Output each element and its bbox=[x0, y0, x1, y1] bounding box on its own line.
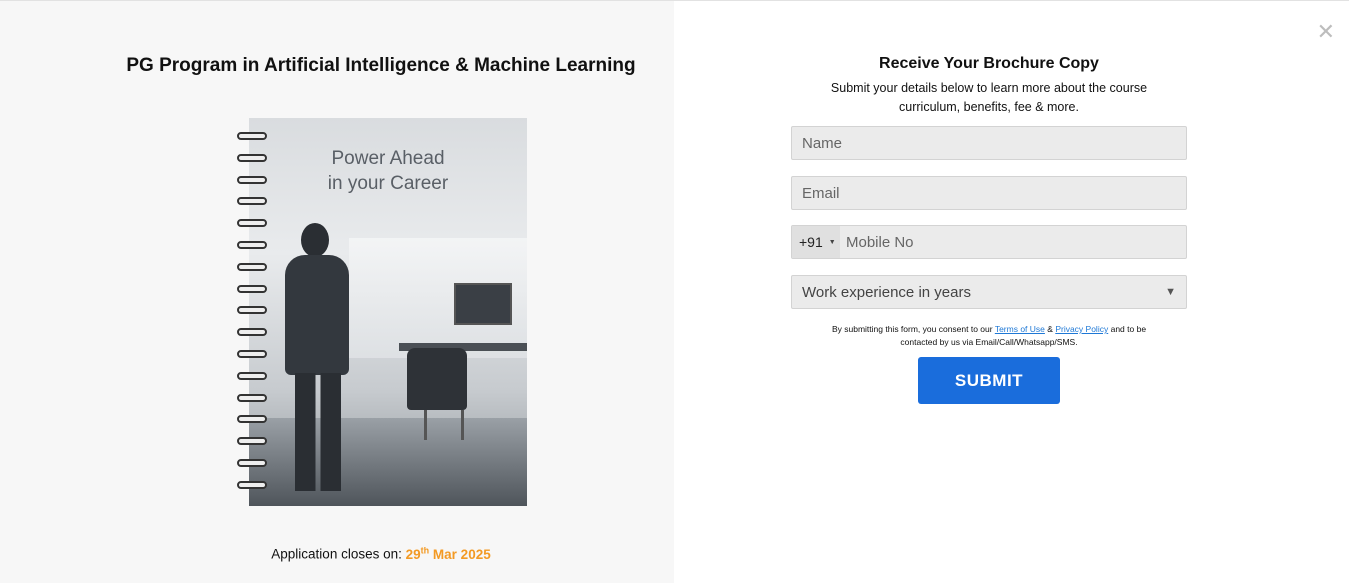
country-code-select[interactable]: +91 ▼ bbox=[792, 226, 840, 258]
experience-select[interactable]: Work experience in years ▼ bbox=[791, 275, 1187, 309]
spiral-ring bbox=[237, 262, 267, 271]
consent-and: & bbox=[1047, 324, 1053, 334]
brochure-notebook-image: Power Ahead in your Career bbox=[237, 118, 529, 506]
chevron-down-icon: ▼ bbox=[1165, 286, 1176, 298]
mobile-field-wrapper: +91 ▼ bbox=[791, 225, 1187, 259]
notebook-spiral bbox=[237, 118, 269, 506]
closing-day: 29 bbox=[405, 546, 421, 562]
application-closing: Application closes on: 29th Mar 2025 bbox=[0, 545, 762, 562]
form-title: Receive Your Brochure Copy bbox=[879, 55, 1099, 72]
spiral-ring bbox=[237, 350, 267, 358]
closing-date: 29th Mar 2025 bbox=[405, 545, 491, 562]
mobile-input-wrapper bbox=[840, 226, 1186, 258]
person-head bbox=[301, 223, 329, 257]
spiral-ring bbox=[237, 459, 267, 467]
spiral-ring bbox=[237, 371, 267, 380]
close-icon[interactable]: ✕ bbox=[1317, 21, 1335, 43]
spiral-ring bbox=[237, 328, 267, 337]
person-legs bbox=[295, 373, 341, 491]
name-field-wrapper bbox=[791, 126, 1187, 160]
name-input[interactable] bbox=[792, 127, 1186, 159]
terms-link[interactable]: Terms of Use bbox=[995, 324, 1045, 334]
form-subtitle-line2: curriculum, benefits, fee & more. bbox=[899, 100, 1079, 114]
cover-title: Power Ahead in your Career bbox=[249, 146, 527, 196]
cover-title-line2: in your Career bbox=[327, 173, 449, 194]
experience-select-display: Work experience in years ▼ bbox=[792, 276, 1186, 308]
spiral-ring bbox=[237, 241, 267, 249]
form-panel: ✕ Receive Your Brochure Copy Submit your… bbox=[674, 1, 1349, 583]
email-input[interactable] bbox=[792, 177, 1186, 209]
closing-label: Application closes on: bbox=[271, 546, 402, 562]
spiral-ring bbox=[237, 306, 267, 315]
brochure-modal: PG Program in Artificial Intelligence & … bbox=[0, 0, 1349, 583]
form-subtitle: Submit your details below to learn more … bbox=[790, 79, 1188, 117]
spiral-ring bbox=[237, 153, 267, 162]
form-subtitle-line1: Submit your details below to learn more … bbox=[830, 81, 1148, 95]
mobile-input[interactable] bbox=[840, 226, 1186, 258]
brochure-cover: Power Ahead in your Career bbox=[249, 118, 527, 506]
closing-month-year: Mar 2025 bbox=[432, 546, 491, 562]
spiral-ring bbox=[237, 219, 267, 228]
spiral-ring bbox=[237, 197, 267, 206]
closing-day-suffix: th bbox=[420, 545, 430, 555]
consent-suffix: and to be bbox=[1110, 324, 1147, 334]
submit-button[interactable]: SUBMIT bbox=[918, 357, 1060, 404]
email-field-wrapper bbox=[791, 176, 1187, 210]
consent-text: By submitting this form, you consent to … bbox=[790, 323, 1188, 349]
person-body bbox=[285, 255, 349, 375]
spiral-ring bbox=[237, 175, 267, 184]
consent-line2: contacted by us via Email/Call/Whatsapp/… bbox=[900, 337, 1078, 347]
cover-chair-base bbox=[424, 410, 464, 440]
program-panel: PG Program in Artificial Intelligence & … bbox=[0, 1, 674, 583]
country-code-value: +91 bbox=[799, 234, 823, 250]
spiral-ring bbox=[237, 393, 267, 402]
spiral-ring bbox=[237, 132, 267, 140]
spiral-ring bbox=[237, 415, 267, 424]
cover-person bbox=[279, 223, 359, 498]
consent-prefix: By submitting this form, you consent to … bbox=[831, 324, 993, 334]
spiral-ring bbox=[237, 437, 267, 446]
cover-chair bbox=[407, 348, 467, 410]
spiral-ring bbox=[237, 480, 267, 489]
cover-monitor bbox=[454, 283, 512, 325]
cover-title-line1: Power Ahead bbox=[331, 148, 445, 169]
experience-select-value: Work experience in years bbox=[802, 283, 971, 301]
program-title: PG Program in Artificial Intelligence & … bbox=[126, 55, 636, 76]
spiral-ring bbox=[237, 284, 267, 293]
privacy-link[interactable]: Privacy Policy bbox=[1055, 324, 1108, 334]
country-code-caret-icon: ▼ bbox=[828, 238, 836, 246]
